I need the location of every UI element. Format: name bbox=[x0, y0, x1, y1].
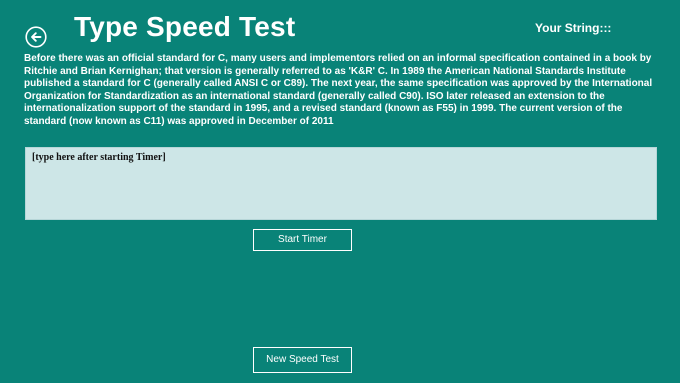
new-speed-test-button[interactable]: New Speed Test bbox=[253, 347, 352, 373]
typing-input[interactable] bbox=[25, 147, 657, 220]
your-string-label: Your String::: bbox=[535, 21, 612, 35]
back-arrow-icon bbox=[25, 26, 47, 48]
reference-passage: Before there was an official standard fo… bbox=[24, 53, 653, 127]
start-timer-button[interactable]: Start Timer bbox=[253, 229, 352, 251]
page-title: Type Speed Test bbox=[74, 11, 296, 42]
back-button[interactable] bbox=[25, 26, 47, 48]
